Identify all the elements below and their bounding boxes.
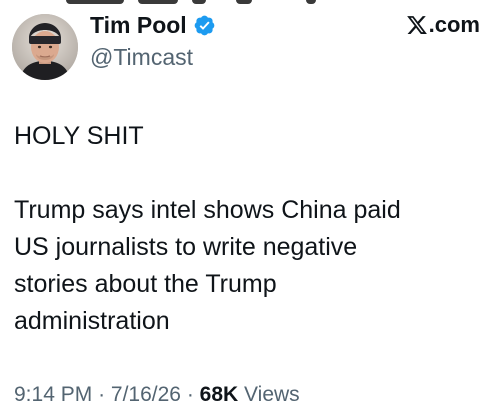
author-name-row: Tim Pool xyxy=(90,11,216,39)
x-logo-icon xyxy=(406,14,428,36)
author-handle[interactable]: @Timcast xyxy=(90,43,193,71)
tweet-text: HOLY SHIT Trump says intel shows China p… xyxy=(14,122,401,335)
tweet-meta: 9:14 PM · 7/16/26 · 68K Views xyxy=(14,381,300,409)
views-label: Views xyxy=(244,383,300,406)
source-domain-text: .com xyxy=(428,12,480,37)
user-avatar-photo-icon xyxy=(12,14,78,80)
verified-badge-icon xyxy=(193,14,216,37)
meta-separator: · xyxy=(98,383,106,406)
meta-separator: · xyxy=(186,383,194,406)
avatar[interactable] xyxy=(12,14,78,80)
source-label: .com xyxy=(406,12,480,38)
views-count: 68K xyxy=(199,383,239,406)
tweet-card: Tim Pool @Timcast .com HOLY SHIT Trump s… xyxy=(0,0,500,418)
tweet-time[interactable]: 9:14 PM xyxy=(14,383,92,406)
tweet-date[interactable]: 7/16/26 xyxy=(111,383,181,406)
author-display-name[interactable]: Tim Pool xyxy=(90,11,187,39)
